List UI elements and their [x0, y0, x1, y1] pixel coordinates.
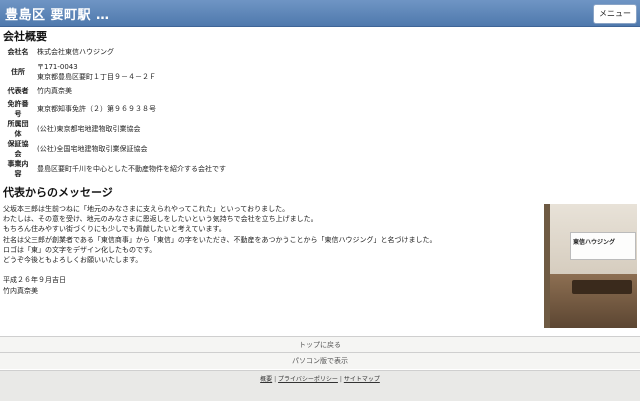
street-address: 東京都豊島区要町１丁目９－４－２Ｆ	[37, 72, 156, 81]
representative-message: 父坂本三郎は生前つねに「地元のみなさまに支えられやってこれた」といっておりました…	[3, 204, 533, 296]
back-to-top-link[interactable]: トップに戻る	[299, 341, 341, 349]
row-value: 株式会社東信ハウジング	[37, 47, 114, 56]
row-key: 住所	[11, 67, 25, 76]
message-line: わたしは、その意を受け、地元のみなさまに恩返しをしたいという気持ちで会社を立ち上…	[3, 215, 318, 224]
pc-version-link[interactable]: パソコン版で表示	[292, 357, 348, 365]
office-table	[572, 280, 632, 294]
pc-version-bar[interactable]: パソコン版で表示	[0, 352, 640, 369]
message-line: 社名は父三郎が創業者である「東信商事」から「東信」の字をいただき、不動産をあつか…	[3, 235, 437, 244]
office-sign-text: 東信ハウジング	[573, 239, 616, 246]
footer-link-sitemap[interactable]: サイトマップ	[344, 376, 380, 383]
row-value: 東京都知事免許（２）第９６９３８号	[37, 105, 156, 113]
row-key: 事業内容	[7, 160, 29, 178]
table-row: 代表者 竹内真奈美	[3, 84, 228, 100]
message-heading: 代表からのメッセージ	[3, 186, 113, 199]
company-heading: 会社概要	[3, 30, 47, 43]
company-profile-table: 会社名 株式会社東信ハウジング 住所 〒171-0043 東京都豊島区要町１丁目…	[3, 44, 228, 179]
message-line: ロゴは「東」の文字をデザイン化したものです。	[3, 245, 157, 254]
site-header: 豊島区 要町駅 … メニュー	[0, 0, 640, 27]
row-value: 竹内真奈美	[37, 87, 72, 96]
page-title: 豊島区 要町駅 …	[5, 8, 110, 23]
site-footer: 概要 | プライバシーポリシー | サイトマップ	[0, 370, 640, 401]
message-line	[3, 265, 533, 275]
row-key: 免許番号	[7, 100, 29, 118]
table-row: 会社名 株式会社東信ハウジング	[3, 44, 228, 60]
table-row: 事業内容 豊島区要町千川を中心とした不動産物件を紹介する会社です	[3, 159, 228, 179]
table-row: 保証協会 (公社)全国宅地建物取引業保証協会	[3, 139, 228, 159]
office-photo: 東信ハウジング	[544, 204, 637, 328]
footer-link-overview[interactable]: 概要	[260, 376, 272, 383]
message-line: どうぞ今後ともよろしくお願いいたします。	[3, 256, 143, 265]
row-value: 豊島区要町千川を中心とした不動産物件を紹介する会社です	[37, 165, 226, 173]
message-line: 父坂本三郎は生前つねに「地元のみなさまに支えられやってこれた」といっておりました…	[3, 205, 290, 213]
table-row: 住所 〒171-0043 東京都豊島区要町１丁目９－４－２Ｆ	[3, 60, 228, 84]
footer-link-privacy[interactable]: プライバシーポリシー	[278, 376, 338, 383]
row-key: 所属団体	[7, 120, 29, 138]
row-key: 代表者	[7, 87, 29, 96]
row-key: 会社名	[7, 47, 29, 56]
message-date: 平成２６年９月吉日	[3, 276, 66, 285]
row-value: 〒171-0043 東京都豊島区要町１丁目９－４－２Ｆ	[33, 60, 228, 84]
row-value: (公社)東京都宅地建物取引業協会	[37, 125, 141, 133]
table-row: 免許番号 東京都知事免許（２）第９６９３８号	[3, 99, 228, 119]
office-sign: 東信ハウジング	[570, 232, 636, 260]
postal-code: 〒171-0043	[37, 62, 78, 71]
footer-separator: |	[274, 376, 277, 383]
message-signature: 竹内真奈美	[3, 286, 38, 295]
menu-button[interactable]: メニュー	[593, 4, 637, 24]
message-line: もちろん住みやすい街づくりにも少しでも貢献したいと考えています。	[3, 225, 226, 234]
row-value: (公社)全国宅地建物取引業保証協会	[37, 145, 148, 153]
footer-separator: |	[339, 376, 342, 383]
back-to-top-bar[interactable]: トップに戻る	[0, 336, 640, 353]
table-row: 所属団体 (公社)東京都宅地建物取引業協会	[3, 119, 228, 139]
row-key: 保証協会	[7, 140, 29, 158]
